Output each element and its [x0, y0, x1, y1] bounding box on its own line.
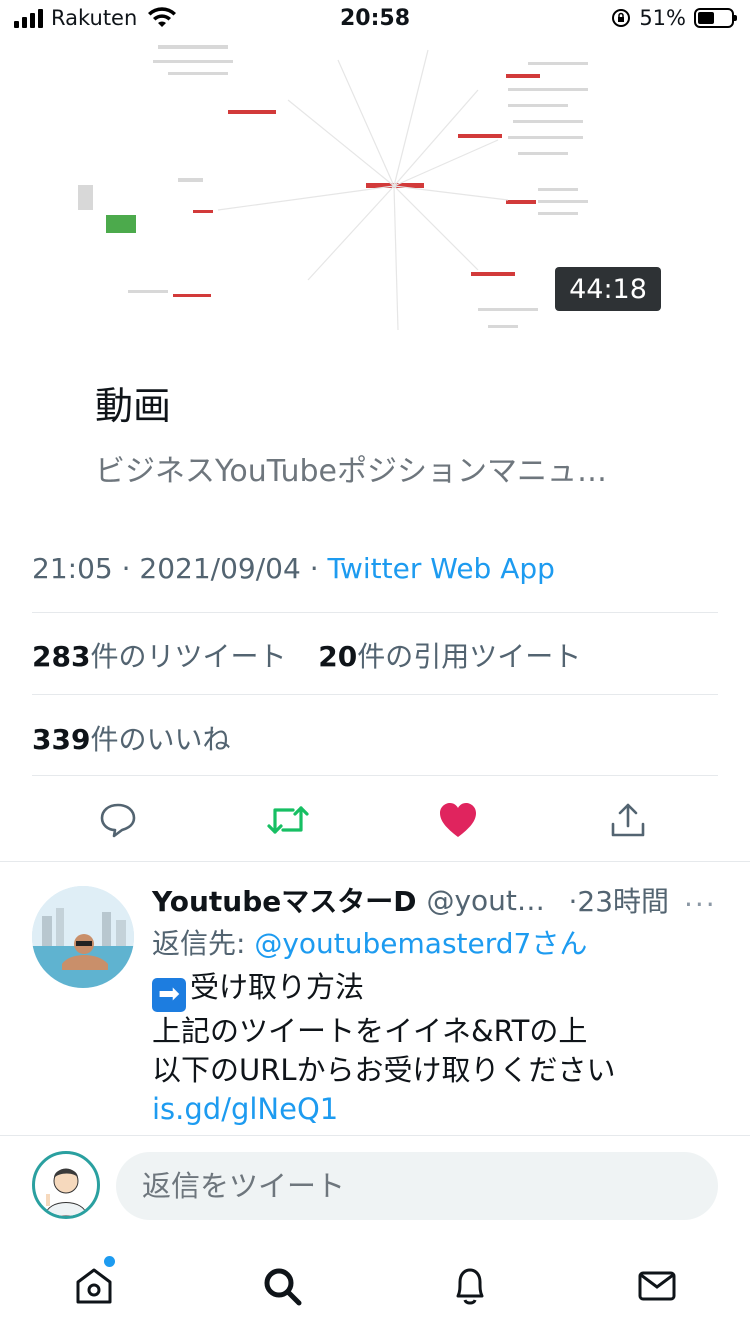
more-options-icon[interactable]: ··· — [684, 888, 717, 921]
reply-line-1: 受け取り方法 — [190, 970, 365, 1004]
meta-separator: · — [309, 552, 319, 585]
tab-notifications[interactable] — [440, 1258, 500, 1314]
home-icon — [76, 1268, 112, 1304]
tab-home[interactable] — [64, 1258, 124, 1314]
retweets-link[interactable]: 283件のリツイート — [32, 640, 286, 673]
share-icon — [611, 803, 645, 837]
card-description[interactable]: ビジネスYouTubeポジションマニュ… — [95, 446, 655, 490]
notifications-icon — [456, 1268, 484, 1305]
divider — [0, 861, 750, 862]
tab-messages[interactable] — [627, 1258, 687, 1314]
like-stats[interactable]: 339件のいいね — [32, 718, 230, 758]
current-user-avatar[interactable] — [32, 1151, 100, 1219]
tweet-client-link[interactable]: Twitter Web App — [328, 552, 555, 585]
retweet-stats: 283件のリツイート 20件の引用ツイート — [32, 635, 581, 675]
reply-compose-box[interactable] — [116, 1152, 718, 1220]
reply-icon — [100, 803, 136, 838]
card-title[interactable]: 動画 — [95, 375, 171, 430]
battery-icon — [694, 8, 737, 28]
replying-to-label: 返信先: — [152, 927, 255, 960]
tweet-time: 21:05 — [32, 552, 113, 585]
home-notification-dot — [104, 1256, 115, 1267]
divider — [32, 775, 718, 776]
battery-percent: 51% — [639, 6, 686, 30]
retweets-count: 283 — [32, 640, 91, 673]
reply-author-avatar[interactable] — [32, 886, 134, 988]
reply-author-name[interactable]: YoutubeマスターD — [152, 880, 416, 920]
status-right: 51% — [611, 6, 737, 30]
reply-time[interactable]: ·23時間 — [568, 880, 669, 920]
avatar-photo — [32, 886, 134, 988]
reply-header: YoutubeマスターD @youtu… ·23時間 — [152, 880, 669, 920]
like-button[interactable] — [433, 795, 483, 845]
reply-body: ➡ 受け取り方法 上記のツイートをイイネ&RTの上 以下のURLからお受け取りくだ… — [152, 968, 616, 1129]
reply-line: ➡ 受け取り方法 — [152, 968, 616, 1012]
search-icon — [264, 1268, 302, 1306]
battery-fill — [698, 12, 715, 24]
reply-link[interactable]: is.gd/glNeQ1 — [152, 1090, 616, 1129]
tab-search[interactable] — [252, 1258, 312, 1314]
divider — [32, 694, 718, 695]
replying-to-handle[interactable]: @youtubemasterd7さん — [254, 927, 587, 960]
reply-button[interactable] — [93, 795, 143, 845]
replying-to: 返信先: @youtubemasterd7さん — [152, 922, 587, 962]
rotation-lock-icon — [612, 9, 631, 27]
divider — [0, 1135, 750, 1136]
share-button[interactable] — [603, 795, 653, 845]
video-duration-badge: 44:18 — [555, 267, 661, 311]
reply-line-3: 以下のURLからお受け取りください — [152, 1052, 616, 1087]
retweet-icon — [267, 806, 309, 834]
reply-author-handle[interactable]: @youtu… — [426, 884, 556, 917]
messages-icon — [638, 1271, 676, 1301]
quotes-label: 件の引用ツイート — [357, 640, 582, 673]
quotes-link[interactable]: 20件の引用ツイート — [318, 640, 581, 673]
meta-separator: · — [121, 552, 131, 585]
likes-label: 件のいいね — [90, 723, 231, 756]
divider — [32, 612, 718, 613]
retweets-label: 件のリツイート — [90, 640, 287, 673]
retweet-button[interactable] — [263, 795, 313, 845]
quotes-count: 20 — [318, 640, 358, 673]
like-icon — [440, 803, 476, 837]
reply-line-2: 上記のツイートをイイネ&RTの上 — [152, 1013, 588, 1048]
avatar-illustration — [44, 1168, 88, 1216]
right-arrow-emoji-icon: ➡ — [152, 977, 186, 1012]
status-bar: Rakuten 20:58 51% — [0, 0, 750, 40]
reply-input[interactable] — [140, 1168, 684, 1204]
tweet-timestamp: 21:05 · 2021/09/04 · Twitter Web App — [32, 552, 555, 585]
likes-count: 339 — [32, 723, 91, 756]
tweet-date: 2021/09/04 — [139, 552, 301, 585]
tweet-actions — [0, 795, 750, 845]
